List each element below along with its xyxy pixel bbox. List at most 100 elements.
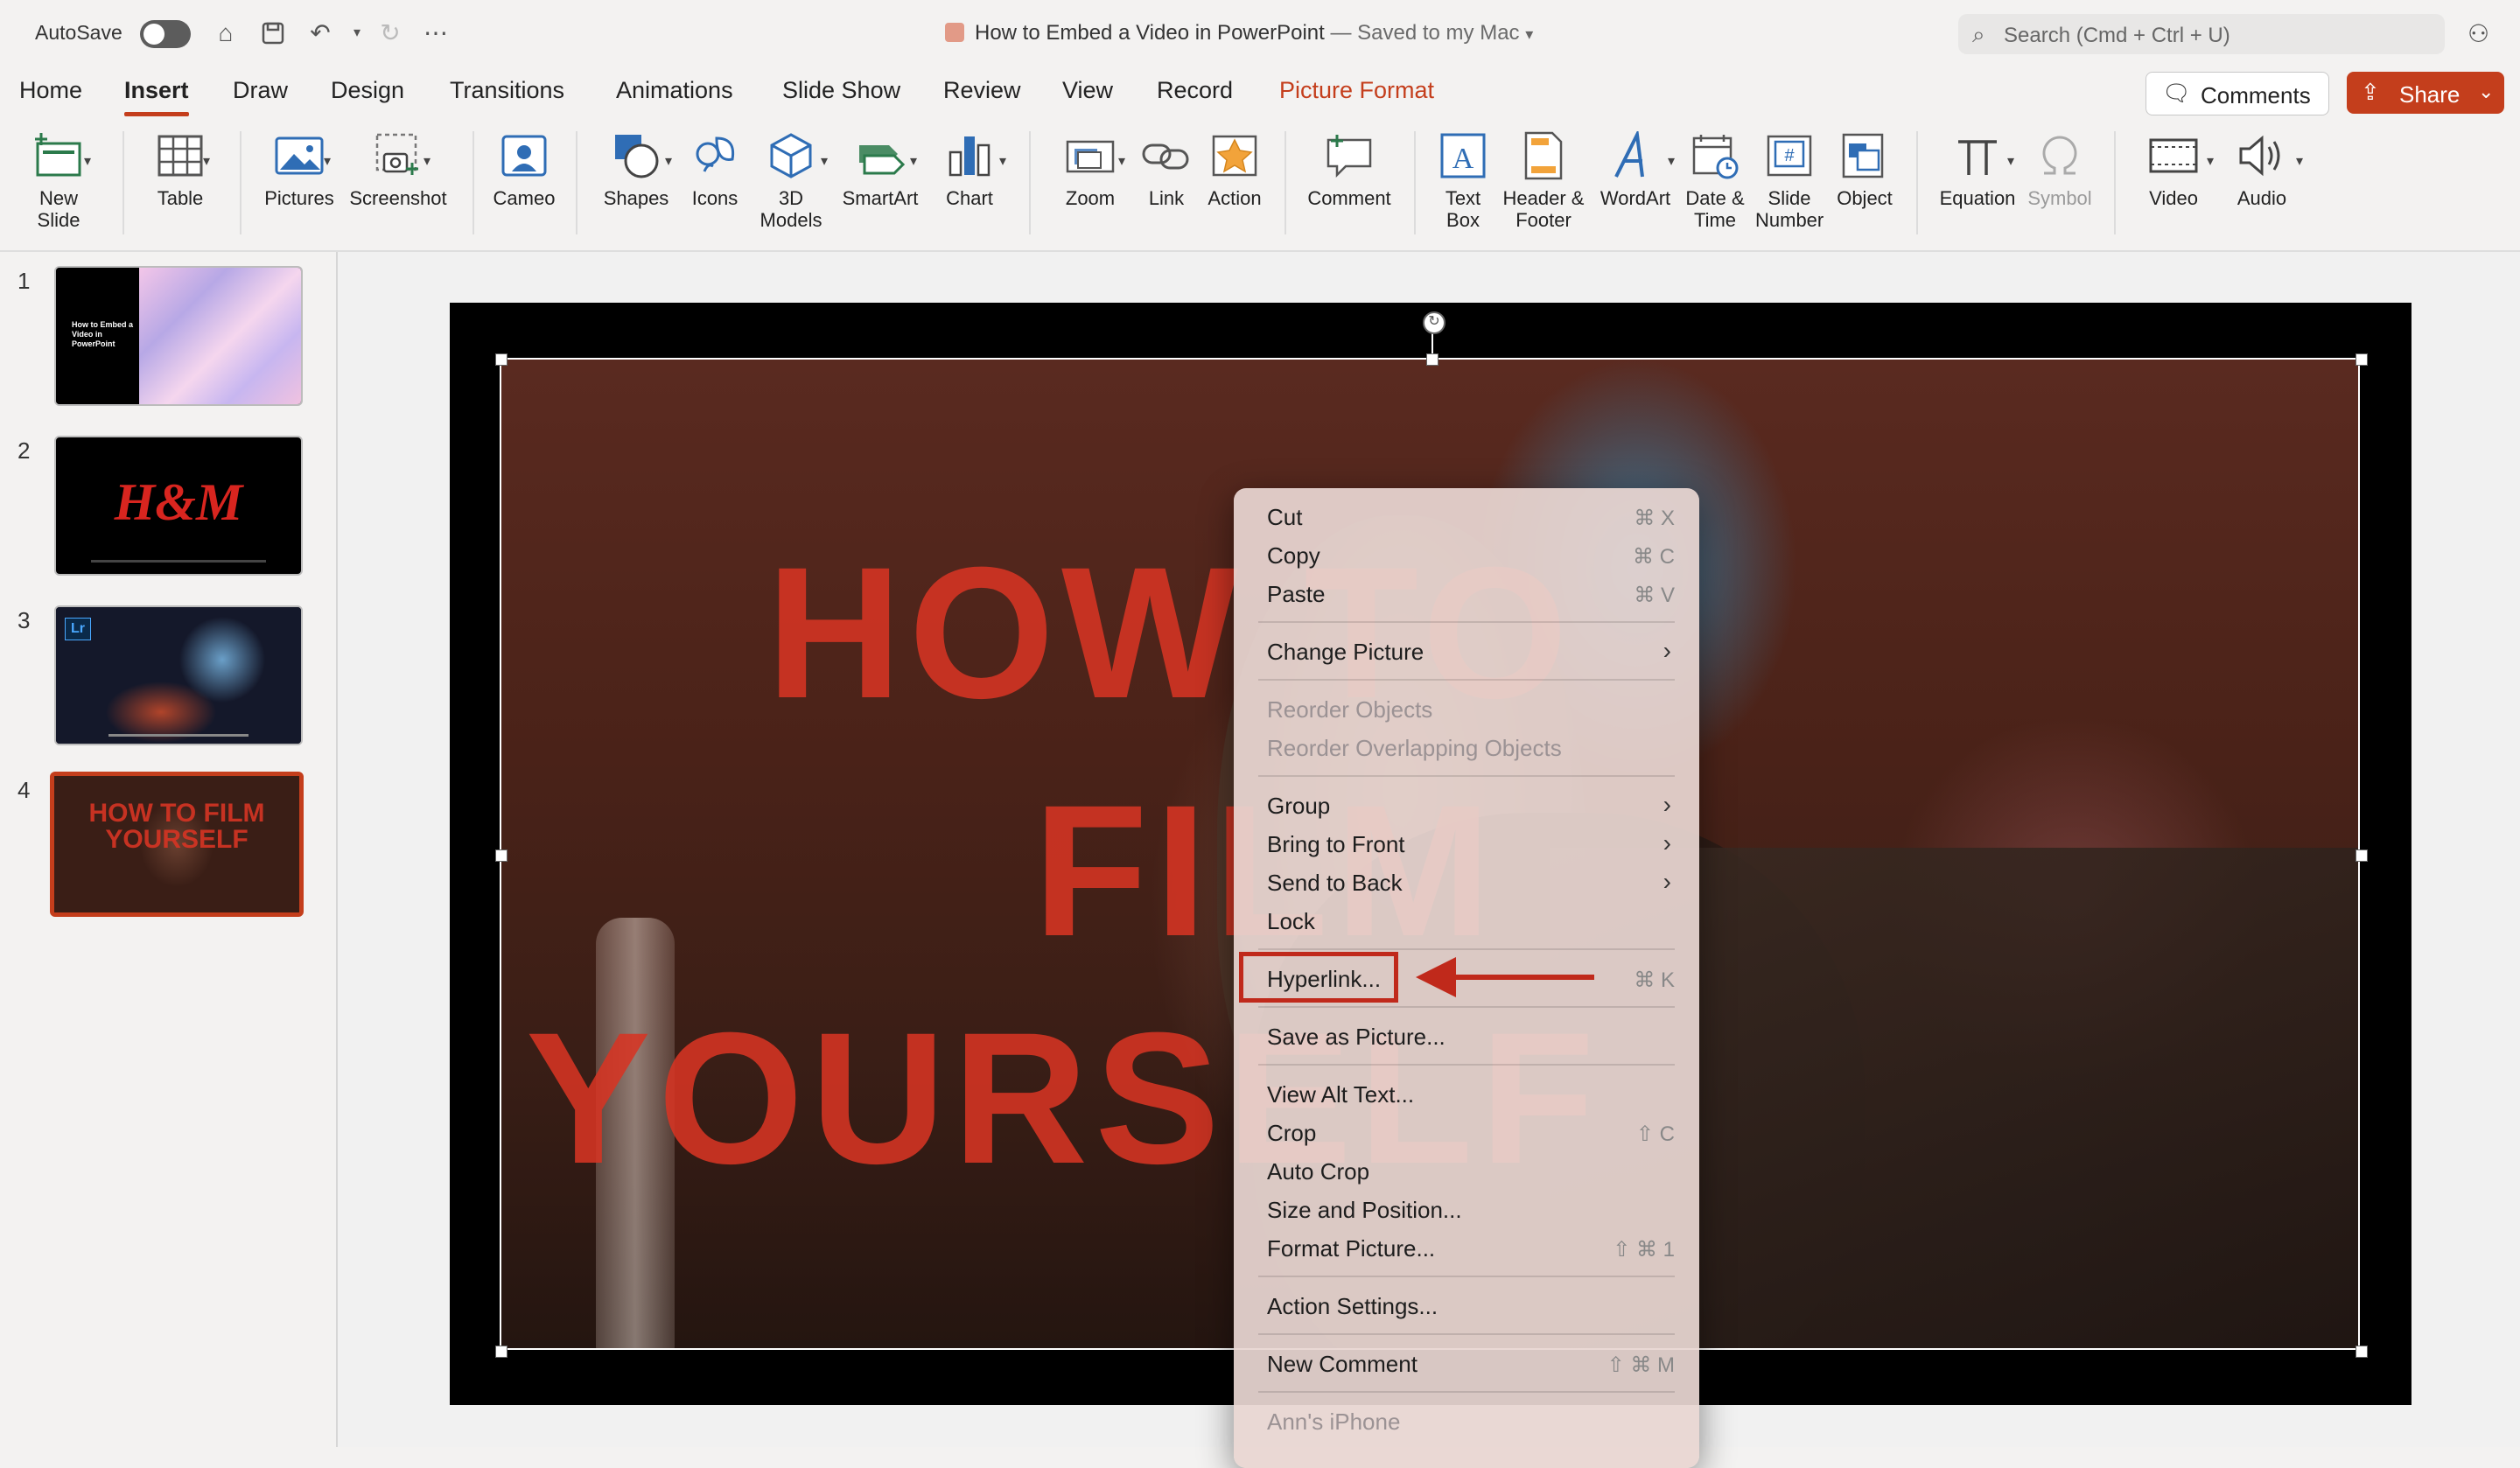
- save-icon[interactable]: [256, 16, 290, 51]
- action-button[interactable]: Action: [1204, 131, 1265, 209]
- slide-2-logo: H&M: [114, 473, 243, 531]
- tab-view[interactable]: View: [1062, 77, 1113, 104]
- symbol-button[interactable]: Symbol: [2025, 131, 2095, 209]
- resize-handle-top-right[interactable]: [2356, 353, 2368, 366]
- shapes-button[interactable]: Shapes ▾: [597, 131, 676, 209]
- wordart-button[interactable]: WordArt ▾: [1594, 131, 1676, 209]
- slide-number-button[interactable]: # Slide Number: [1755, 131, 1824, 231]
- share-icon: ⇪: [2361, 79, 2380, 105]
- equation-button[interactable]: Equation ▾: [1934, 131, 2021, 209]
- menu-item-shortcut: ⇧ C: [1635, 1122, 1675, 1146]
- audio-button[interactable]: Audio ▾: [2222, 131, 2303, 209]
- document-title[interactable]: How to Embed a Video in PowerPoint — Sav…: [945, 21, 1533, 45]
- menu-item-shortcut: ⇧ ⌘ 1: [1613, 1238, 1675, 1262]
- title-bar: AutoSave ⌂ ↶ ▾ ↻ ⋯ How to Embed a Video …: [0, 0, 2520, 70]
- menu-item-label: Reorder Objects: [1267, 696, 1433, 723]
- zoom-icon: [1066, 140, 1115, 173]
- tab-animations[interactable]: Animations: [616, 77, 733, 104]
- undo-chevron-icon[interactable]: ▾: [340, 16, 374, 51]
- pi-icon: [1958, 140, 1997, 175]
- redo-icon[interactable]: ↻: [373, 16, 408, 51]
- menu-item-label: Copy: [1267, 542, 1320, 569]
- zoom-button[interactable]: Zoom ▾: [1050, 131, 1130, 209]
- text-box-icon: A: [1440, 133, 1486, 178]
- menu-item-bring-to-front[interactable]: Bring to Front ›: [1258, 828, 1675, 863]
- menu-item-auto-crop[interactable]: Auto Crop: [1258, 1155, 1675, 1190]
- screenshot-button[interactable]: Screenshot ▾: [346, 131, 450, 209]
- link-button[interactable]: Link: [1138, 131, 1195, 209]
- resize-handle-right[interactable]: [2356, 849, 2368, 862]
- pictures-button[interactable]: Pictures ▾: [259, 131, 340, 209]
- home-icon[interactable]: ⌂: [208, 16, 243, 51]
- resize-handle-top-left[interactable]: [495, 353, 508, 366]
- menu-item-reorder-objects: Reorder Objects: [1258, 693, 1675, 728]
- slide-thumbnail-3[interactable]: Lr: [54, 605, 303, 745]
- share-button[interactable]: ⇪ Share ⌄: [2347, 72, 2504, 114]
- menu-item-label: Group: [1267, 793, 1331, 819]
- resize-handle-bottom-right[interactable]: [2356, 1346, 2368, 1358]
- slide-thumbnail-4[interactable]: HOW TO FILM YOURSELF: [50, 772, 304, 917]
- comment-insert-icon: [1326, 135, 1372, 178]
- menu-item-paste[interactable]: Paste ⌘ V: [1258, 577, 1675, 612]
- text-box-button[interactable]: A Text Box: [1432, 131, 1494, 231]
- video-chevron-icon: ▾: [2207, 154, 2215, 169]
- menu-item-send-to-back[interactable]: Send to Back ›: [1258, 866, 1675, 901]
- menu-item-group[interactable]: Group ›: [1258, 789, 1675, 824]
- cube-icon: [770, 133, 812, 178]
- tab-slide-show[interactable]: Slide Show: [782, 77, 900, 104]
- tab-record[interactable]: Record: [1157, 77, 1233, 104]
- smartart-chevron-icon: ▾: [910, 154, 918, 169]
- submenu-chevron-icon: ›: [1662, 637, 1671, 664]
- tab-insert[interactable]: Insert: [124, 77, 189, 116]
- menu-item-shortcut: ⇧ ⌘ M: [1606, 1353, 1675, 1377]
- resize-handle-top[interactable]: [1426, 353, 1438, 366]
- slide-thumbnail-2[interactable]: H&M: [54, 436, 303, 576]
- svg-text:A: A: [1452, 143, 1474, 175]
- slide-number-2: 2: [18, 437, 31, 464]
- icons-button[interactable]: Icons: [686, 131, 744, 209]
- resize-handle-bottom-left[interactable]: [495, 1346, 508, 1358]
- autosave-toggle[interactable]: [140, 20, 191, 48]
- tab-review[interactable]: Review: [943, 77, 1021, 104]
- search-input[interactable]: ⌕ Search (Cmd + Ctrl + U): [1958, 14, 2445, 54]
- undo-icon[interactable]: ↶: [303, 16, 338, 51]
- tab-transitions[interactable]: Transitions: [450, 77, 564, 104]
- menu-item-copy[interactable]: Copy ⌘ C: [1258, 539, 1675, 574]
- chart-button[interactable]: Chart ▾: [933, 131, 1006, 209]
- new-slide-button[interactable]: New Slide ▾: [12, 131, 105, 231]
- menu-item-label: New Comment: [1267, 1351, 1418, 1377]
- menu-item-cut[interactable]: Cut ⌘ X: [1258, 500, 1675, 535]
- share-person-icon[interactable]: ⚇: [2468, 19, 2489, 48]
- menu-item-new-comment[interactable]: New Comment ⇧ ⌘ M: [1258, 1347, 1675, 1382]
- 3d-models-button[interactable]: 3D Models ▾: [754, 131, 828, 231]
- object-button[interactable]: Object: [1830, 131, 1899, 209]
- autosave-label: AutoSave: [35, 21, 122, 44]
- resize-handle-left[interactable]: [495, 849, 508, 862]
- slide-thumbnail-1[interactable]: How to Embed a Video in PowerPoint: [54, 266, 303, 406]
- svg-text:#: #: [1784, 146, 1795, 165]
- menu-item-format-picture[interactable]: Format Picture... ⇧ ⌘ 1: [1258, 1232, 1675, 1267]
- comments-button[interactable]: 🗨 Comments: [2146, 72, 2329, 115]
- tab-home[interactable]: Home: [19, 77, 82, 104]
- menu-item-crop[interactable]: Crop ⇧ C: [1258, 1116, 1675, 1151]
- comment-button[interactable]: Comment: [1302, 131, 1396, 209]
- omega-icon: [2042, 136, 2077, 175]
- menu-item-size-position[interactable]: Size and Position...: [1258, 1193, 1675, 1228]
- menu-item-save-as-picture[interactable]: Save as Picture...: [1258, 1020, 1675, 1055]
- date-time-button[interactable]: Date & Time: [1680, 131, 1750, 231]
- powerpoint-icon: [945, 23, 964, 42]
- header-footer-button[interactable]: Header & Footer: [1498, 131, 1589, 231]
- cameo-button[interactable]: Cameo: [488, 131, 560, 209]
- menu-item-view-alt-text[interactable]: View Alt Text...: [1258, 1078, 1675, 1113]
- rotate-handle-icon[interactable]: ↻: [1423, 311, 1446, 334]
- menu-item-change-picture[interactable]: Change Picture ›: [1258, 635, 1675, 670]
- more-icon[interactable]: ⋯: [418, 16, 453, 51]
- tab-draw[interactable]: Draw: [233, 77, 288, 104]
- menu-item-lock[interactable]: Lock: [1258, 905, 1675, 940]
- table-button[interactable]: Table ▾: [140, 131, 220, 209]
- tab-design[interactable]: Design: [331, 77, 404, 104]
- smartart-button[interactable]: SmartArt ▾: [836, 131, 924, 209]
- menu-item-action-settings[interactable]: Action Settings...: [1258, 1290, 1675, 1325]
- tab-picture-format[interactable]: Picture Format: [1279, 77, 1434, 104]
- video-button[interactable]: Video ▾: [2133, 131, 2214, 209]
